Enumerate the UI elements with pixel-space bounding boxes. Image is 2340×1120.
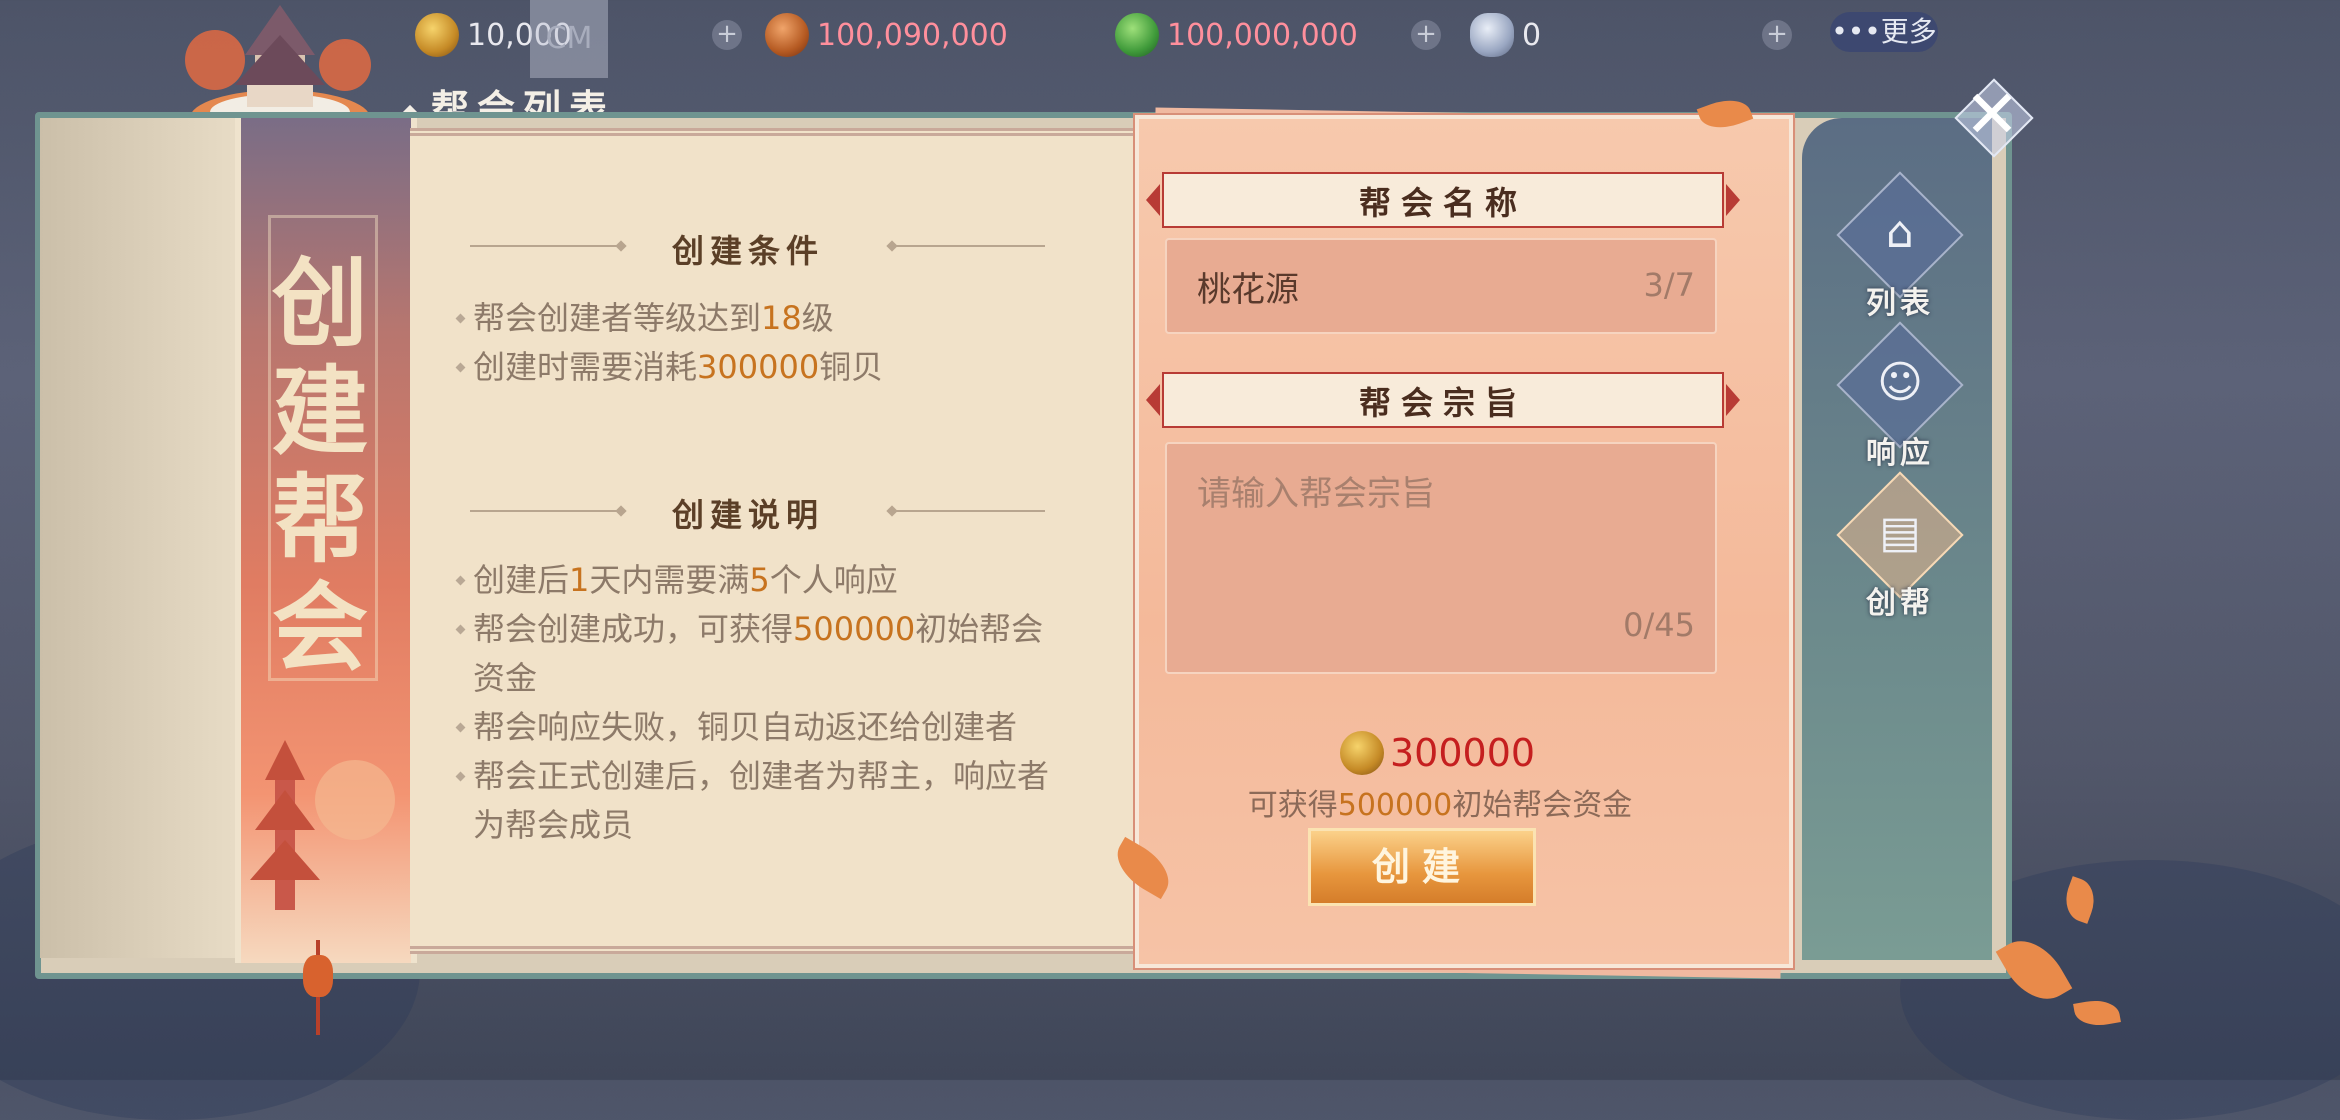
guild-name-label: 帮会名称	[1146, 172, 1740, 228]
divider	[470, 510, 620, 512]
guild-name-input[interactable]: 桃花源 3/7	[1165, 238, 1717, 334]
purpose-char-count: 0/45	[1623, 606, 1695, 644]
guild-purpose-input[interactable]: 请输入帮会宗旨 0/45	[1165, 442, 1717, 674]
pagoda-icon: ⌂	[1886, 207, 1914, 258]
creation-cost: 300000	[1340, 728, 1535, 778]
conditions-heading: 创建条件	[672, 232, 825, 270]
nav-label: 创帮	[1866, 586, 1934, 621]
divider	[895, 510, 1045, 512]
nav-create[interactable]: ▤ 创帮	[1835, 471, 1965, 621]
instruction-item: 帮会正式创建后，创建者为帮主，响应者 为帮会成员	[455, 752, 1049, 850]
gold-coin-icon	[415, 13, 459, 57]
instruction-item: 帮会创建成功，可获得500000初始帮会 资金	[455, 605, 1043, 703]
nav-list[interactable]: ⌂ 列表	[1835, 171, 1965, 321]
people-icon: ☺	[1877, 357, 1923, 408]
guild-purpose-label: 帮会宗旨	[1146, 372, 1740, 428]
guild-name-value: 桃花源	[1197, 270, 1299, 310]
fund-gain-text: 可获得500000初始帮会资金	[1247, 788, 1633, 823]
create-button[interactable]: 创建	[1308, 828, 1536, 906]
add-gold-button[interactable]: +	[712, 20, 742, 50]
gold-coin-icon	[1340, 731, 1384, 775]
pagoda-illustration	[250, 740, 395, 910]
close-button[interactable]: ✕	[1948, 72, 2036, 160]
lantern-icon	[303, 955, 333, 997]
copper-shell-icon	[765, 13, 809, 57]
currency-jade: 100,000,000	[1115, 10, 1358, 60]
nav-respond[interactable]: ☺ 响应	[1835, 321, 1965, 471]
condition-item: 帮会创建者等级达到18级	[455, 294, 834, 343]
scroll-pages	[40, 118, 240, 958]
add-jade-button[interactable]: +	[1411, 20, 1441, 50]
currency-value: 0	[1522, 17, 1542, 53]
currency-value: 100,090,000	[817, 17, 1008, 53]
instruction-item: 帮会响应失败，铜贝自动返还给创建者	[455, 703, 1017, 752]
pearl-icon	[1470, 13, 1514, 57]
jade-leaf-icon	[1115, 13, 1159, 57]
nav-label: 列表	[1866, 286, 1934, 321]
name-char-count: 3/7	[1643, 266, 1696, 304]
instruction-item: 创建后1天内需要满5个人响应	[455, 556, 898, 605]
divider	[895, 245, 1045, 247]
condition-item: 创建时需要消耗300000铜贝	[455, 343, 883, 392]
purpose-placeholder: 请输入帮会宗旨	[1197, 474, 1435, 514]
close-icon: ✕	[1964, 76, 2020, 153]
more-button[interactable]: •••更多	[1830, 12, 1938, 52]
banner-title: 创建帮会	[272, 247, 368, 684]
currency-value: 100,000,000	[1167, 17, 1358, 53]
currency-copper: 100,090,000	[765, 10, 1008, 60]
currency-pearl: 0	[1470, 10, 1541, 60]
add-pearl-button[interactable]: +	[1762, 20, 1792, 50]
nav-label: 响应	[1866, 436, 1934, 471]
book-pagoda-icon: ▤	[1879, 507, 1921, 558]
divider	[470, 245, 620, 247]
cm-overlay: CM	[530, 0, 608, 78]
cost-value: 300000	[1390, 731, 1536, 775]
instructions-heading: 创建说明	[672, 496, 825, 534]
